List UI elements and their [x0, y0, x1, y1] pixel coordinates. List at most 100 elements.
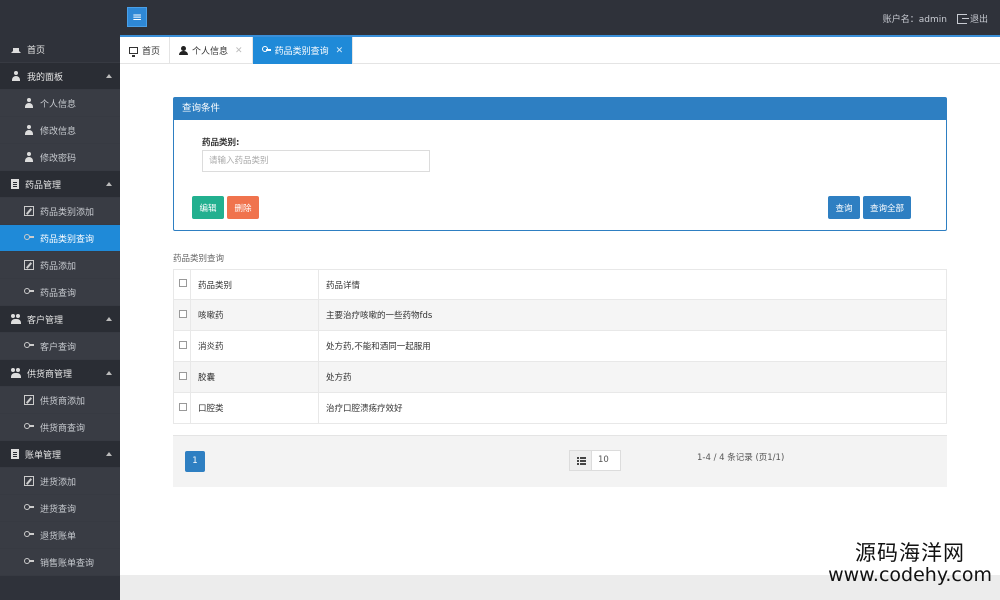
- table-header-row: 药品类别 药品详情: [173, 269, 947, 300]
- sidebar-item-label: 药品类别查询: [40, 234, 95, 245]
- top-navbar: ≡ 账户名：admin 退出: [0, 0, 1000, 36]
- sidebar-group-drug-management[interactable]: 药品管理: [0, 171, 120, 198]
- page-size-selector[interactable]: 10: [569, 450, 621, 471]
- sidebar-item-label: 我的面板: [27, 72, 64, 83]
- table-row[interactable]: 胶囊 处方药: [173, 361, 947, 393]
- table-caption: 药品类别查询: [173, 254, 225, 264]
- query-all-button[interactable]: 查询全部: [863, 196, 911, 219]
- row-checkbox[interactable]: [179, 371, 187, 380]
- row-checkbox-cell: [173, 392, 191, 424]
- edit-icon: [24, 395, 34, 405]
- sidebar-item-label: 供货商添加: [40, 396, 86, 407]
- file-icon: [11, 179, 19, 189]
- sidebar-item-personal-info[interactable]: 个人信息: [0, 90, 120, 117]
- sidebar-item-add-drug[interactable]: 药品添加: [0, 252, 120, 279]
- caret-up-icon: [106, 371, 112, 375]
- detail-cell: 治疗口腔溃疡疗效好: [318, 392, 947, 424]
- sidebar-item-change-password[interactable]: 修改密码: [0, 144, 120, 171]
- sidebar-item-query-drug-category[interactable]: 药品类别查询: [0, 225, 120, 252]
- users-icon: [11, 314, 21, 324]
- file-icon: [11, 449, 19, 459]
- row-checkbox[interactable]: [179, 340, 187, 349]
- select-all-checkbox[interactable]: [179, 279, 187, 287]
- users-icon: [11, 368, 21, 378]
- sidebar-item-edit-info[interactable]: 修改信息: [0, 117, 120, 144]
- sidebar-item-label: 退货账单: [40, 531, 77, 542]
- sidebar-item-query-supplier[interactable]: 供货商查询: [0, 414, 120, 441]
- table-row[interactable]: 咳嗽药 主要治疗咳嗽的一些药物fds: [173, 299, 947, 331]
- category-search-input[interactable]: [202, 150, 430, 172]
- tab-label: 首页: [142, 47, 161, 57]
- sidebar-item-query-drug[interactable]: 药品查询: [0, 279, 120, 306]
- main-content: 查询条件 药品类别: 编辑 删除 查询 查询全部 药品类别查询 药品类别 药品详…: [120, 65, 1000, 575]
- detail-cell: 主要治疗咳嗽的一些药物fds: [318, 299, 947, 331]
- edit-button[interactable]: 编辑: [192, 196, 224, 219]
- row-checkbox[interactable]: [179, 309, 187, 318]
- caret-up-icon: [106, 317, 112, 321]
- sidebar-item-label: 药品添加: [40, 261, 77, 272]
- row-checkbox[interactable]: [179, 402, 187, 411]
- tab-personal-info[interactable]: 个人信息 ✕: [170, 37, 253, 64]
- sidebar-item-query-purchase[interactable]: 进货查询: [0, 495, 120, 522]
- keys-icon: [24, 287, 34, 297]
- user-icon: [24, 152, 34, 162]
- sidebar-item-label: 供货商查询: [40, 423, 86, 434]
- tab-drug-category-query[interactable]: 药品类别查询 ✕: [252, 37, 354, 64]
- sidebar-group-bill-management[interactable]: 账单管理: [0, 441, 120, 468]
- sidebar-item-query-customer[interactable]: 客户查询: [0, 333, 120, 360]
- page-button-current[interactable]: 1: [185, 451, 205, 472]
- watermark: 源码海洋网 www.codehy.com: [828, 543, 992, 585]
- close-icon[interactable]: ✕: [336, 46, 344, 56]
- sidebar-group-my-panel[interactable]: 我的面板: [0, 63, 120, 90]
- sidebar-item-label: 供货商管理: [27, 369, 73, 380]
- category-cell: 胶囊: [190, 361, 319, 393]
- sidebar-item-add-supplier[interactable]: 供货商添加: [0, 387, 120, 414]
- sidebar-item-query-sales-bill[interactable]: 销售账单查询: [0, 549, 120, 576]
- user-icon: [24, 125, 34, 135]
- keys-icon: [24, 233, 34, 243]
- keys-icon: [261, 46, 271, 55]
- sidebar-item-label: 修改密码: [40, 153, 77, 164]
- sidebar-item-return-bill[interactable]: 退货账单: [0, 522, 120, 549]
- tab-home[interactable]: 首页: [120, 37, 171, 64]
- table-row[interactable]: 口腔类 治疗口腔溃疡疗效好: [173, 392, 947, 424]
- detail-cell: 处方药: [318, 361, 947, 393]
- sidebar-group-supplier-management[interactable]: 供货商管理: [0, 360, 120, 387]
- home-icon: [11, 43, 21, 53]
- user-icon: [179, 46, 189, 55]
- edit-icon: [24, 476, 34, 486]
- logout-link[interactable]: 退出: [956, 12, 988, 25]
- keys-icon: [24, 341, 34, 351]
- sidebar-item-add-purchase[interactable]: 进货添加: [0, 468, 120, 495]
- sidebar-item-label: 药品查询: [40, 288, 77, 299]
- column-header-detail: 药品详情: [318, 269, 947, 300]
- pagination-bar: 1 10 1-4 / 4 条记录 (页1/1): [173, 435, 947, 487]
- query-button[interactable]: 查询: [828, 196, 860, 219]
- edit-icon: [24, 260, 34, 270]
- sidebar-item-home[interactable]: 首页: [0, 36, 120, 63]
- close-icon[interactable]: ✕: [235, 46, 243, 56]
- account-label: 账户名：admin: [882, 15, 947, 25]
- select-all-cell: [173, 269, 191, 300]
- sidebar-item-label: 药品类别添加: [40, 207, 95, 218]
- sidebar-item-add-drug-category[interactable]: 药品类别添加: [0, 198, 120, 225]
- query-panel-title: 查询条件: [174, 98, 946, 120]
- keys-icon: [24, 557, 34, 567]
- delete-button[interactable]: 删除: [227, 196, 259, 219]
- sidebar-group-customer-management[interactable]: 客户管理: [0, 306, 120, 333]
- user-icon: [24, 98, 34, 108]
- detail-cell: 处方药,不能和酒同一起服用: [318, 330, 947, 362]
- category-cell: 消炎药: [190, 330, 319, 362]
- table-row[interactable]: 消炎药 处方药,不能和酒同一起服用: [173, 330, 947, 362]
- sidebar-item-label: 进货查询: [40, 504, 77, 515]
- sidebar-item-label: 销售账单查询: [40, 558, 95, 569]
- category-cell: 咳嗽药: [190, 299, 319, 331]
- sidebar-item-label: 个人信息: [40, 99, 77, 110]
- page-size-value: 10: [598, 455, 609, 465]
- drug-category-table: 药品类别 药品详情 咳嗽药 主要治疗咳嗽的一些药物fds 消炎药 处方药,不能和…: [173, 269, 947, 424]
- column-header-category: 药品类别: [190, 269, 319, 300]
- records-summary: 1-4 / 4 条记录 (页1/1): [697, 453, 785, 463]
- menu-toggle-button[interactable]: ≡: [127, 7, 147, 27]
- sidebar-item-label: 客户查询: [40, 342, 77, 353]
- category-field-label: 药品类别:: [202, 138, 240, 148]
